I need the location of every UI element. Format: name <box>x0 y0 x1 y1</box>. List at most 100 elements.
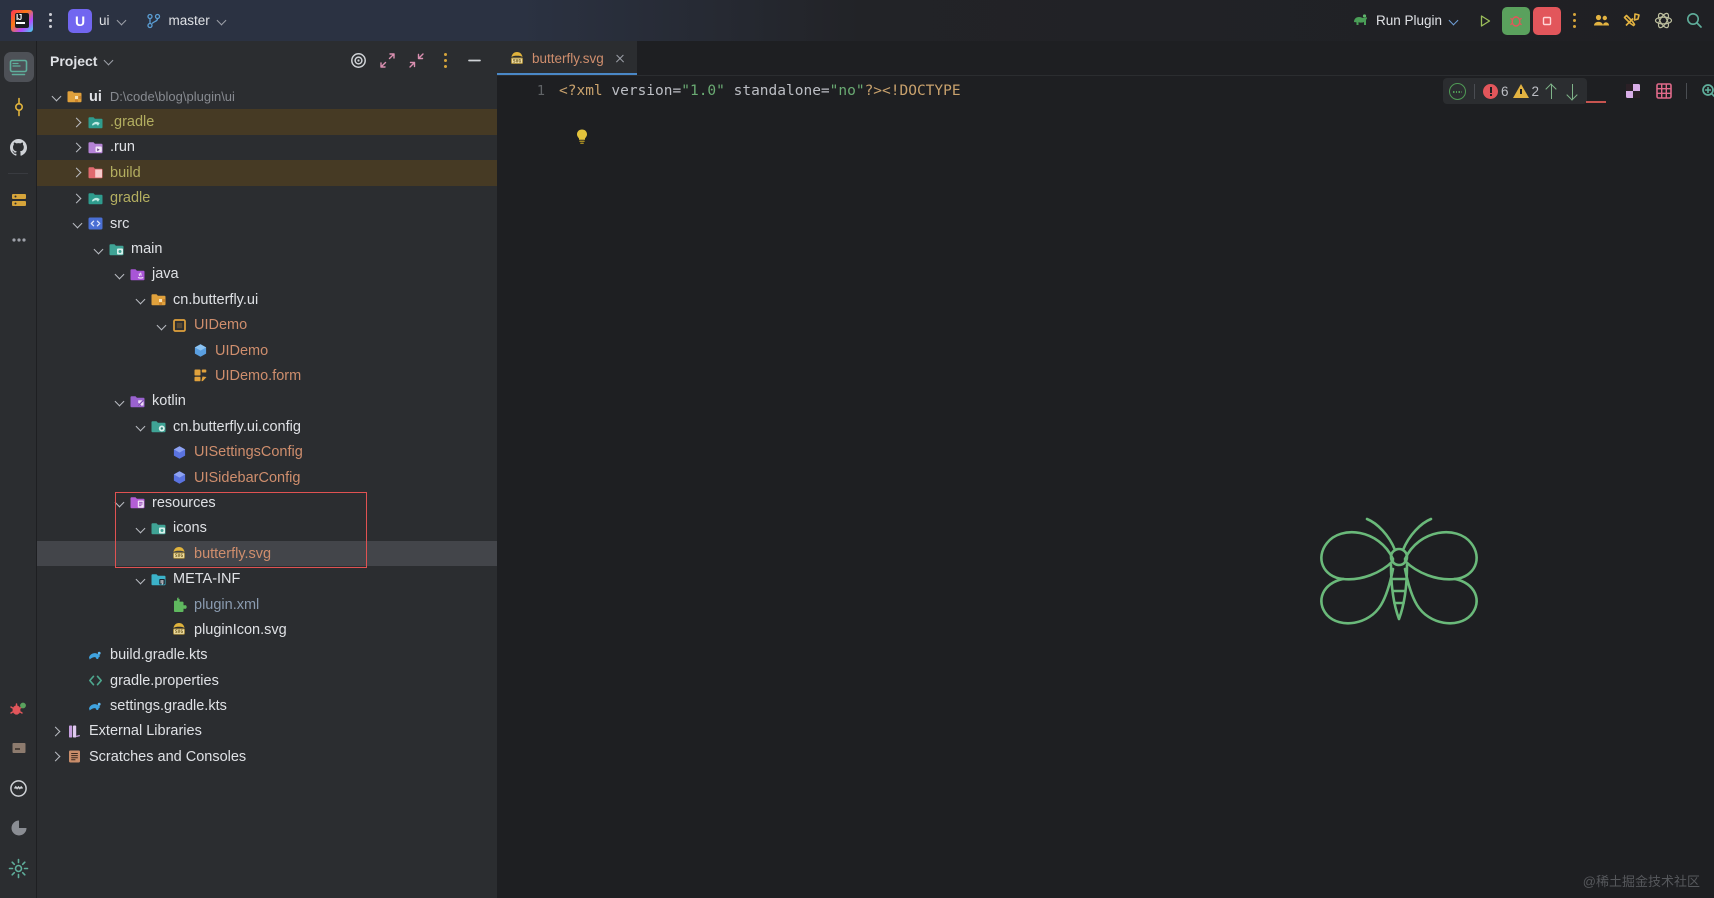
tree-node-cn-butterfly-ui[interactable]: cn.butterfly.ui <box>37 287 497 312</box>
next-problem-underline <box>1586 101 1606 103</box>
tree-node-scratches-and-consoles[interactable]: Scratches and Consoles <box>37 744 497 769</box>
sidebar-item-build[interactable] <box>0 728 37 768</box>
sidebar-item-database[interactable] <box>0 180 37 220</box>
chevron-down-icon[interactable] <box>114 268 127 281</box>
tree-node-gradle-properties[interactable]: gradle.properties <box>37 668 497 693</box>
more-vertical-icon[interactable] <box>1564 7 1584 35</box>
collaborate-button[interactable] <box>1587 7 1615 35</box>
chevron-right-icon[interactable] <box>51 750 64 763</box>
tree-node-uidemo[interactable]: UIDemo <box>37 313 497 338</box>
run-button[interactable] <box>1471 7 1499 35</box>
sidebar-item-settings[interactable] <box>0 848 37 888</box>
chevron-down-icon[interactable] <box>135 420 148 433</box>
chevron-down-icon[interactable] <box>156 319 169 332</box>
tree-node-uidemo[interactable]: UIDemo <box>37 338 497 363</box>
tree-node-plugin-xml[interactable]: plugin.xml <box>37 592 497 617</box>
tree-node-kotlin[interactable]: kotlin <box>37 389 497 414</box>
tree-node-meta-inf[interactable]: IJ META-INF <box>37 566 497 591</box>
run-configuration-selector[interactable]: Run Plugin <box>1344 7 1468 35</box>
chevron-right-icon[interactable] <box>72 141 85 154</box>
sidebar-item-terminal[interactable] <box>0 768 37 808</box>
chevron-down-icon[interactable] <box>93 243 106 256</box>
tree-node-build-gradle-kts[interactable]: build.gradle.kts <box>37 643 497 668</box>
tree-node-uisidebarconfig[interactable]: UISidebarConfig <box>37 465 497 490</box>
tools-button[interactable] <box>1618 7 1646 35</box>
inspection-ring-icon[interactable] <box>1449 82 1466 100</box>
sidebar-item-debug[interactable] <box>0 688 37 728</box>
inspection-widget[interactable]: 6 2 <box>1443 78 1588 104</box>
chevron-down-icon[interactable] <box>104 55 115 66</box>
chevron-right-icon[interactable] <box>51 725 64 738</box>
sidebar-item-github[interactable] <box>0 127 37 167</box>
tree-node-label: cn.butterfly.ui <box>173 291 259 308</box>
chevron-down-icon[interactable] <box>114 395 127 408</box>
tree-node-java[interactable]: java <box>37 262 497 287</box>
chevron-down-icon[interactable] <box>135 522 148 535</box>
sidebar-item-profiler[interactable] <box>0 808 37 848</box>
tree-node-uisettingsconfig[interactable]: UISettingsConfig <box>37 439 497 464</box>
chevron-right-icon[interactable] <box>72 192 85 205</box>
tree-node-uidemo-form[interactable]: UIDemo.form <box>37 363 497 388</box>
warning-icon <box>1512 84 1529 98</box>
next-problem-icon[interactable] <box>1564 83 1581 100</box>
debug-button[interactable] <box>1502 6 1530 35</box>
sidebar-item-more-tool-windows[interactable] <box>0 220 37 260</box>
tree-node-butterfly-svg[interactable]: SVG butterfly.svg <box>37 541 497 567</box>
chevron-down-icon[interactable] <box>51 90 64 103</box>
tree-node-settings-gradle-kts[interactable]: settings.gradle.kts <box>37 693 497 718</box>
tree-node-label: External Libraries <box>89 723 202 740</box>
tree-node--run[interactable]: .run <box>37 135 497 160</box>
branch-selector[interactable]: master <box>138 7 236 35</box>
tree-node-resources[interactable]: resources <box>37 490 497 515</box>
toggle-grid-button[interactable] <box>1650 78 1678 104</box>
hide-panel-button[interactable] <box>461 48 487 74</box>
ai-assistant-button[interactable] <box>1649 7 1677 35</box>
toggle-transparency-chessboard-button[interactable] <box>1619 78 1647 104</box>
tree-node-src[interactable]: src <box>37 211 497 236</box>
chevron-down-icon[interactable] <box>135 573 148 586</box>
chevron-down-icon[interactable] <box>72 217 85 230</box>
error-count[interactable]: 6 <box>1483 83 1509 99</box>
sidebar-item-project[interactable] <box>0 47 37 87</box>
tree-node-label: plugin.xml <box>194 596 260 613</box>
tree-node-icons[interactable]: icons <box>37 516 497 541</box>
zoom-in-button[interactable] <box>1695 78 1714 104</box>
chevron-down-icon[interactable] <box>135 293 148 306</box>
svg-preview-canvas[interactable]: @稀土掘金技术社区 <box>497 105 1714 898</box>
project-selector[interactable]: U ui <box>64 7 136 35</box>
tree-node-gradle[interactable]: gradle <box>37 186 497 211</box>
previous-problem-icon[interactable] <box>1543 83 1560 100</box>
code-text[interactable]: <?xml version="1.0" standalone="no"?><!D… <box>559 83 961 99</box>
main-menu-icon[interactable] <box>38 7 62 35</box>
grid-icon <box>1656 83 1672 99</box>
chevron-right-icon[interactable] <box>72 166 85 179</box>
collapse-all-button[interactable] <box>403 48 429 74</box>
warning-count[interactable]: 2 <box>1512 84 1539 99</box>
error-icon <box>1483 83 1498 99</box>
tree-node-ui[interactable]: ui D:\code\blog\plugin\ui <box>37 84 497 109</box>
tree-node-pluginicon-svg[interactable]: SVG pluginIcon.svg <box>37 617 497 642</box>
expand-all-button[interactable] <box>374 48 400 74</box>
target-icon <box>350 53 366 68</box>
sidebar-item-commit[interactable] <box>0 87 37 127</box>
project-tree[interactable]: ui D:\code\blog\plugin\ui .gradle .run build… <box>37 82 497 898</box>
tree-node-label: main <box>131 241 163 258</box>
tree-node-main[interactable]: main <box>37 236 497 261</box>
chevron-down-icon[interactable] <box>114 496 127 509</box>
tab-butterfly-svg[interactable]: SVG butterfly.svg <box>497 41 637 75</box>
close-icon[interactable] <box>613 51 627 65</box>
panel-options-button[interactable] <box>432 48 458 74</box>
search-everywhere-button[interactable] <box>1680 7 1708 35</box>
tree-node-build[interactable]: build <box>37 160 497 186</box>
chevron-right-icon[interactable] <box>72 116 85 129</box>
tree-node-cn-butterfly-ui-config[interactable]: cn.butterfly.ui.config <box>37 414 497 439</box>
tree-node--gradle[interactable]: .gradle <box>37 109 497 135</box>
intention-bulb-button[interactable] <box>572 127 592 147</box>
branch-name: master <box>168 13 210 28</box>
tree-node-external-libraries[interactable]: External Libraries <box>37 719 497 744</box>
stop-button[interactable] <box>1533 6 1561 35</box>
form-class-icon <box>171 317 188 334</box>
libraries-icon <box>66 723 83 740</box>
select-opened-file-button[interactable] <box>345 48 371 74</box>
